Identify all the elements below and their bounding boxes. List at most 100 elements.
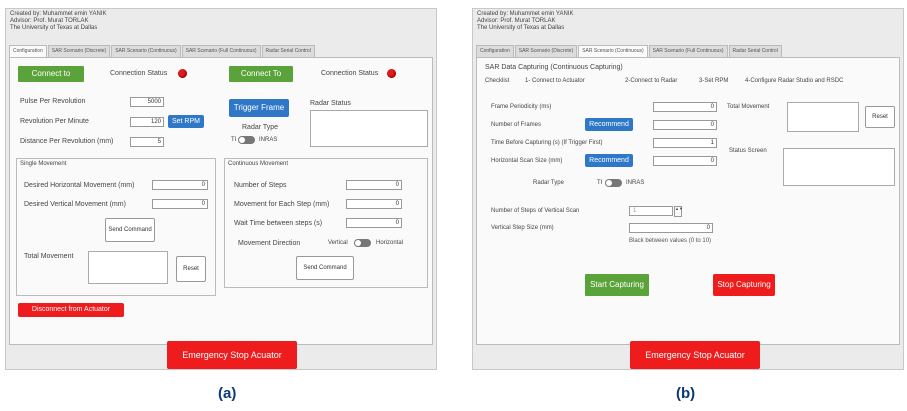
reset-button[interactable]: Reset [865, 106, 895, 128]
radar-status-textbox[interactable] [310, 110, 428, 147]
radar-type-ti-label: TI [231, 137, 237, 143]
radar-status-label: Radar Status [310, 100, 351, 107]
desired-vertical-input[interactable]: 0 [152, 199, 208, 209]
desired-horizontal-input[interactable]: 0 [152, 180, 208, 190]
radar-connection-status-label: Connection Status [321, 70, 379, 77]
revolution-per-minute-input[interactable]: 120 [130, 117, 164, 127]
caption-b: (b) [676, 385, 696, 402]
wait-time-value: 0 [395, 220, 399, 226]
wait-time-input[interactable]: 0 [346, 218, 402, 228]
checklist-item-2: 2-Connect to Radar [625, 78, 678, 84]
direction-vertical-label: Vertical [328, 240, 348, 246]
vertical-step-hint: Black between values (0 to 10) [629, 238, 712, 244]
set-rpm-button[interactable]: Set RPM [168, 115, 204, 128]
tab-configuration[interactable]: Configuration [476, 45, 514, 57]
movement-each-step-label: Movement for Each Step (mm) [234, 201, 330, 208]
tab-sar-discrete[interactable]: SAR Scenario (Discrete) [47, 45, 111, 57]
tab-sar-continuous[interactable]: SAR Scenario (Continuous) [111, 45, 181, 57]
send-command-button[interactable]: Send Command [105, 218, 155, 242]
time-before-capturing-label: Time Before Capturing (s) (If Trigger Fi… [491, 140, 603, 146]
frame-periodicity-label: Frame Periodicity (ms) [491, 104, 552, 110]
credit-line: Created by: Muhammet emin YANIK [10, 11, 107, 17]
number-of-steps-input[interactable]: 0 [346, 180, 402, 190]
number-of-frames-label: Number of Frames [491, 122, 542, 128]
radar-type-ti-label: TI [597, 180, 603, 186]
credit-line: The University of Texas at Dallas [477, 25, 565, 31]
reset-button[interactable]: Reset [176, 256, 206, 282]
radar-type-toggle[interactable] [238, 136, 255, 144]
radar-status-led-icon [387, 69, 396, 78]
trigger-frame-button[interactable]: Trigger Frame [229, 99, 289, 117]
vertical-steps-label: Number of Steps of Vertical Scan [491, 208, 580, 214]
tab-sar-full-continuous[interactable]: SAR Scenario (Full Continuous) [181, 45, 261, 57]
start-capturing-button[interactable]: Start Capturing [585, 274, 649, 296]
movement-each-step-input[interactable]: 0 [346, 199, 402, 209]
pulse-per-revolution-input[interactable]: 5000 [130, 97, 164, 107]
credit-line: Advisor: Prof. Murat TORLAK [10, 18, 89, 24]
emergency-stop-button[interactable]: Emergency Stop Acuator [630, 341, 760, 369]
radar-type-toggle[interactable] [605, 179, 622, 187]
section-title: SAR Data Capturing (Continuous Capturing… [485, 64, 623, 71]
tab-radar-serial-control[interactable]: Radar Serial Control [261, 45, 315, 57]
credit-line: Created by: Muhammet emin YANIK [477, 11, 574, 17]
wait-time-label: Wait Time between steps (s) [234, 220, 323, 227]
caption-a: (a) [218, 385, 237, 402]
panel-b: Created by: Muhammet emin YANIK Advisor:… [472, 8, 904, 370]
stop-capturing-button[interactable]: Stop Capturing [713, 274, 775, 296]
time-before-capturing-input[interactable]: 1 [653, 138, 717, 148]
distance-per-revolution-input[interactable]: 5 [130, 137, 164, 147]
checklist-label: Checklist [485, 78, 510, 84]
direction-horizontal-label: Horizontal [376, 240, 404, 246]
single-movement-title: Single Movement [20, 161, 67, 167]
pulse-per-revolution-label: Pulse Per Revolution [20, 98, 86, 105]
tab-sar-full-continuous[interactable]: SAR Scenario (Full Continuous) [648, 45, 728, 57]
radar-type-inras-label: INRAS [259, 137, 278, 143]
frame-periodicity-input[interactable]: 0 [653, 102, 717, 112]
desired-horizontal-label: Desired Horizontal Movement (mm) [24, 182, 135, 189]
connect-actuator-button[interactable]: Connect to Actuator [18, 66, 84, 94]
status-screen-label: Status Screen [729, 148, 767, 154]
tab-bar: Configuration SAR Scenario (Discrete) SA… [9, 45, 433, 57]
vertical-steps-value: 1 [633, 208, 637, 214]
tab-sar-continuous[interactable]: SAR Scenario (Continuous) [578, 45, 648, 57]
status-screen-textbox[interactable] [783, 148, 895, 186]
tab-sar-discrete[interactable]: SAR Scenario (Discrete) [514, 45, 578, 57]
credit-line: The University of Texas at Dallas [10, 25, 98, 31]
horizontal-scan-label: Horizontal Scan Size (mm) [491, 158, 563, 164]
checklist-item-3: 3-Set RPM [699, 78, 729, 84]
vertical-step-size-input[interactable]: 0 [629, 223, 713, 233]
credits: Created by: Muhammet emin YANIK Advisor:… [477, 11, 573, 32]
vertical-step-size-label: Vertical Step Size (mm) [491, 225, 554, 231]
recommend-scan-button[interactable]: Recommend [585, 154, 633, 167]
horizontal-scan-input[interactable]: 0 [653, 156, 717, 166]
total-movement-textbox[interactable] [88, 251, 168, 284]
emergency-stop-button[interactable]: Emergency Stop Acuator [167, 341, 297, 369]
recommend-frames-button[interactable]: Recommend [585, 118, 633, 131]
desired-vertical-label: Desired Vertical Movement (mm) [24, 201, 126, 208]
movement-direction-label: Movement Direction [238, 240, 301, 247]
distance-per-revolution-value: 5 [157, 139, 161, 145]
credit-line: Advisor: Prof. Murat TORLAK [477, 18, 556, 24]
vertical-steps-spinner-icon[interactable]: ▲▼ [674, 206, 683, 217]
panel-a: Created by: Muhammet emin YANIK Advisor:… [5, 8, 437, 370]
connect-radar-button[interactable]: Connect To Radar [229, 66, 293, 94]
distance-per-revolution-label: Distance Per Revolution (mm) [20, 138, 114, 145]
total-movement-label: Total Movement [727, 104, 770, 110]
total-movement-textbox[interactable] [787, 102, 859, 132]
number-of-frames-input[interactable]: 0 [653, 120, 717, 130]
configuration-content: Connect to Actuator Connection Status Co… [9, 57, 433, 345]
actuator-status-led-icon [178, 69, 187, 78]
vertical-steps-input[interactable]: 1 [629, 206, 673, 216]
movement-each-step-value: 0 [395, 201, 399, 207]
sar-continuous-content: SAR Data Capturing (Continuous Capturing… [476, 57, 900, 345]
tab-bar: Configuration SAR Scenario (Discrete) SA… [476, 45, 900, 57]
movement-direction-toggle[interactable] [354, 239, 371, 247]
revolution-per-minute-label: Revolution Per Minute [20, 118, 89, 125]
checklist-item-4: 4-Configure Radar Studio and RSDC [745, 78, 844, 84]
tab-configuration[interactable]: Configuration [9, 45, 47, 57]
number-of-steps-value: 0 [395, 182, 399, 188]
send-command-continuous-button[interactable]: Send Command [296, 256, 354, 280]
continuous-movement-title: Continuous Movement [228, 161, 289, 167]
disconnect-actuator-button[interactable]: Disconnect from Actuator [18, 303, 124, 317]
tab-radar-serial-control[interactable]: Radar Serial Control [728, 45, 782, 57]
